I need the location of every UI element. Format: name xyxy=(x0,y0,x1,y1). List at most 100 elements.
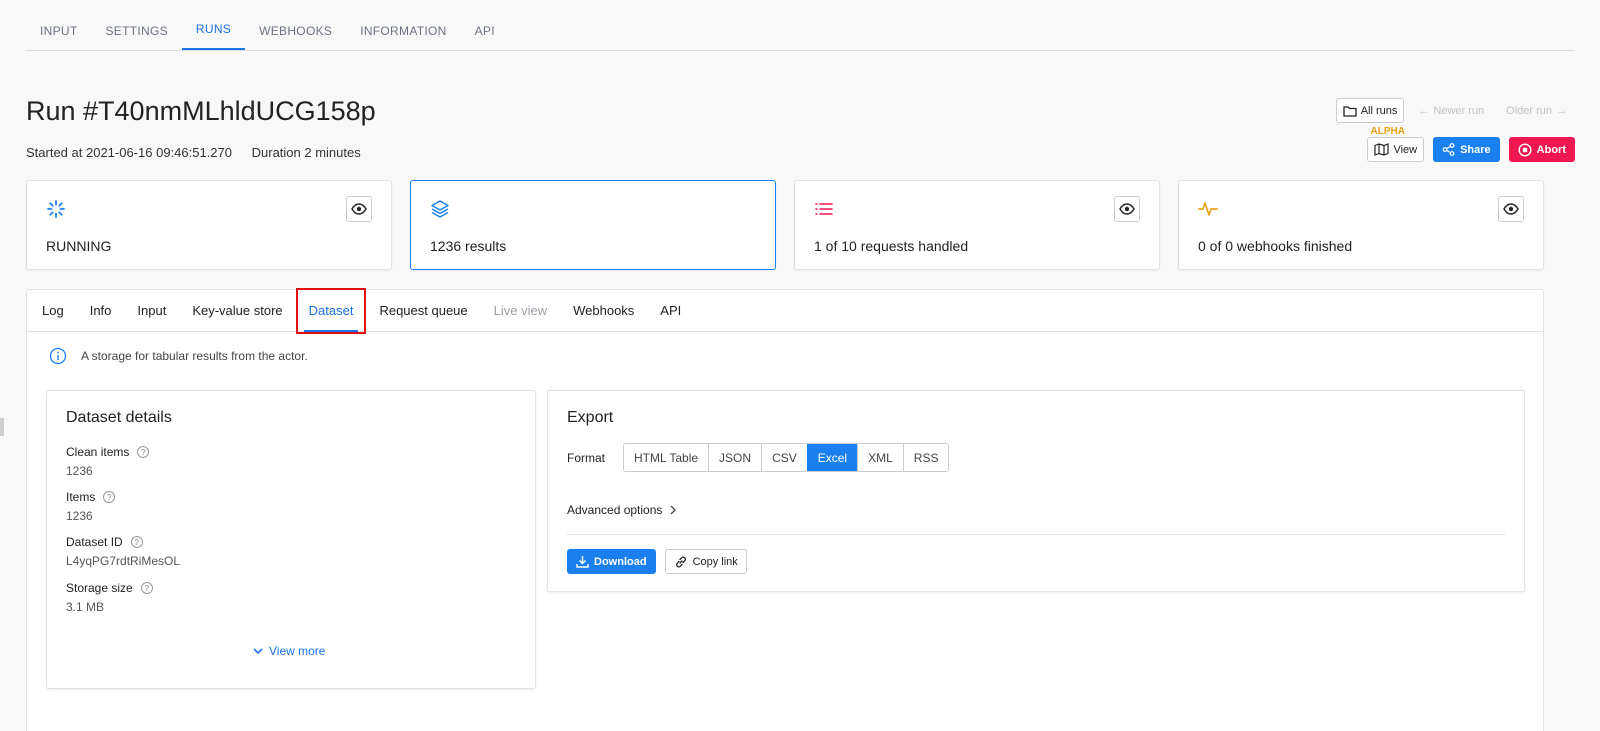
tab-webhooks[interactable]: Webhooks xyxy=(560,290,647,332)
download-button[interactable]: Download xyxy=(567,549,656,574)
run-detail-panel: Log Info Input Key-value store Dataset R… xyxy=(26,287,1544,731)
view-more-link[interactable]: View more xyxy=(253,644,325,658)
tab-api[interactable]: API xyxy=(461,0,509,50)
clean-items-label: Clean items xyxy=(66,445,130,459)
results-card[interactable]: 1236 results xyxy=(410,180,776,270)
results-value: 1236 results xyxy=(430,238,507,254)
spinner-icon xyxy=(47,200,65,218)
stat-cards: RUNNING 1236 results 1 of 10 requests ha… xyxy=(26,180,1544,270)
all-runs-button[interactable]: All runs xyxy=(1335,98,1405,123)
eye-icon[interactable] xyxy=(1114,196,1140,222)
format-xml[interactable]: XML xyxy=(857,444,903,471)
items-label: Items xyxy=(66,490,96,504)
chevron-down-icon xyxy=(253,647,263,654)
help-icon[interactable]: ? xyxy=(103,491,116,503)
side-handle[interactable] xyxy=(0,418,4,436)
older-run-button[interactable]: Older run → xyxy=(1498,98,1575,123)
tab-settings[interactable]: SETTINGS xyxy=(92,0,182,50)
page-title: Run #T40nmMLhldUCG158p xyxy=(26,96,376,126)
clean-items-value: 1236 xyxy=(66,464,93,478)
all-runs-label: All runs xyxy=(1360,104,1398,117)
dataset-id-label: Dataset ID xyxy=(66,535,123,549)
list-icon xyxy=(815,203,833,215)
requests-card[interactable]: 1 of 10 requests handled xyxy=(794,180,1160,270)
copy-link-button[interactable]: Copy link xyxy=(664,549,747,574)
run-actions: View Share Abort xyxy=(1367,137,1575,162)
tab-information[interactable]: INFORMATION xyxy=(346,0,460,50)
format-csv[interactable]: CSV xyxy=(761,444,807,471)
tab-live-view[interactable]: Live view xyxy=(481,290,560,332)
tab-info[interactable]: Info xyxy=(77,290,125,332)
export-actions: Download Copy link xyxy=(567,549,747,574)
status-card[interactable]: RUNNING xyxy=(26,180,392,270)
tab-input[interactable]: INPUT xyxy=(26,0,92,50)
view-label: View xyxy=(1393,143,1418,156)
tab-key-value-store[interactable]: Key-value store xyxy=(179,290,295,332)
format-rss[interactable]: RSS xyxy=(902,444,949,471)
dataset-details-card: Dataset details Clean items? 1236 Items?… xyxy=(46,390,536,689)
share-button[interactable]: Share xyxy=(1433,137,1500,162)
share-icon xyxy=(1442,143,1455,156)
tab-api[interactable]: API xyxy=(647,290,694,332)
top-nav: INPUT SETTINGS RUNS WEBHOOKS INFORMATION… xyxy=(26,0,1574,51)
tab-webhooks[interactable]: WEBHOOKS xyxy=(245,0,346,50)
items-field: Items? 1236 xyxy=(66,490,116,523)
info-icon xyxy=(49,347,67,365)
tab-runs[interactable]: RUNS xyxy=(181,0,246,50)
storage-size-value: 3.1 MB xyxy=(66,600,105,614)
items-value: 1236 xyxy=(66,509,93,523)
chevron-right-icon xyxy=(670,505,677,515)
storage-size-label: Storage size xyxy=(66,581,133,595)
copy-link-label: Copy link xyxy=(692,555,738,568)
format-excel[interactable]: Excel xyxy=(806,444,858,471)
arrow-left-icon: ← xyxy=(1418,104,1430,117)
requests-value: 1 of 10 requests handled xyxy=(814,238,969,254)
format-selector: HTML Table JSON CSV Excel XML RSS xyxy=(623,443,950,472)
dataset-id-value: L4yqPG7rdtRiMesOL xyxy=(66,554,181,568)
alpha-badge: ALPHA xyxy=(1370,126,1405,137)
format-json[interactable]: JSON xyxy=(708,444,762,471)
divider xyxy=(567,534,1505,535)
sub-tabs: Log Info Input Key-value store Dataset R… xyxy=(27,287,1543,334)
run-meta: Started at 2021-06-16 09:46:51.270 Durat… xyxy=(26,145,361,160)
abort-button[interactable]: Abort xyxy=(1508,137,1575,162)
storage-size-field: Storage size? 3.1 MB xyxy=(66,581,153,614)
tab-request-queue[interactable]: Request queue xyxy=(366,290,480,332)
advanced-options-toggle[interactable]: Advanced options xyxy=(567,503,677,517)
download-icon xyxy=(576,556,589,568)
download-label: Download xyxy=(594,555,647,568)
format-row: Format HTML Table JSON CSV Excel XML RSS xyxy=(567,443,950,472)
link-icon xyxy=(675,556,686,567)
tab-input[interactable]: Input xyxy=(124,290,179,332)
run-navigation: All runs ← Newer run Older run → xyxy=(1335,98,1575,123)
eye-icon[interactable] xyxy=(346,196,372,222)
eye-icon[interactable] xyxy=(1498,196,1524,222)
clean-items-field: Clean items? 1236 xyxy=(66,445,150,478)
view-button[interactable]: View xyxy=(1367,137,1425,162)
info-line: A storage for tabular results from the a… xyxy=(49,347,308,365)
webhooks-card[interactable]: 0 of 0 webhooks finished xyxy=(1178,180,1544,270)
advanced-options-label: Advanced options xyxy=(567,503,663,517)
tab-log[interactable]: Log xyxy=(29,290,77,332)
help-icon[interactable]: ? xyxy=(137,446,150,458)
started-at: Started at 2021-06-16 09:46:51.270 xyxy=(26,145,232,160)
view-more-label: View more xyxy=(269,644,326,658)
help-icon[interactable]: ? xyxy=(140,582,153,594)
tab-dataset-label: Dataset xyxy=(308,303,354,318)
map-icon xyxy=(1374,143,1390,156)
stop-circle-icon xyxy=(1518,142,1532,157)
format-html-table[interactable]: HTML Table xyxy=(624,444,709,471)
status-value: RUNNING xyxy=(46,238,112,254)
dataset-id-field: Dataset ID? L4yqPG7rdtRiMesOL xyxy=(66,535,180,568)
export-card: Export Format HTML Table JSON CSV Excel … xyxy=(547,390,1525,592)
layers-icon xyxy=(431,200,449,218)
tab-dataset[interactable]: Dataset xyxy=(295,287,367,334)
newer-run-button[interactable]: ← Newer run xyxy=(1410,98,1492,123)
folder-icon xyxy=(1343,105,1357,117)
help-icon[interactable]: ? xyxy=(130,536,143,548)
export-title: Export xyxy=(567,409,614,426)
older-run-label: Older run xyxy=(1506,104,1552,117)
dataset-details-title: Dataset details xyxy=(66,409,172,426)
format-label: Format xyxy=(567,450,606,465)
info-text: A storage for tabular results from the a… xyxy=(81,349,308,363)
